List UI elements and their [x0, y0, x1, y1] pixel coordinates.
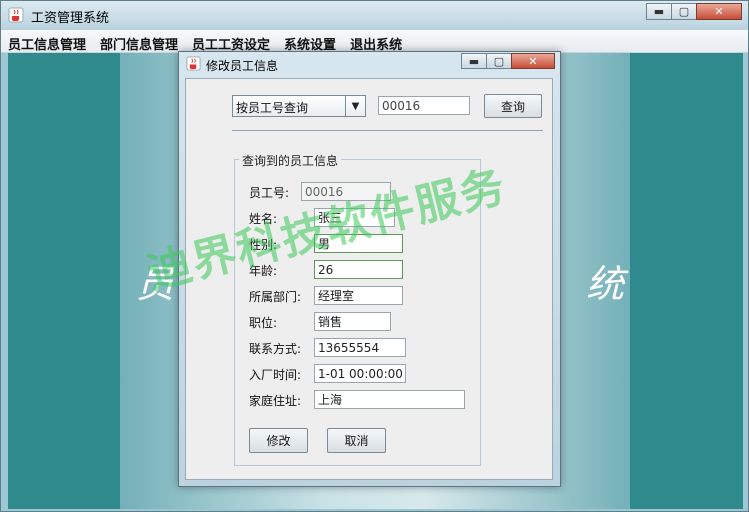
position-field[interactable] [314, 312, 391, 331]
address-label: 家庭住址: [249, 394, 302, 408]
java-cup-icon [186, 56, 201, 71]
main-maximize-button[interactable]: ▢ [671, 3, 697, 20]
maximize-icon: ▢ [678, 5, 690, 18]
menubar: 员工信息管理 部门信息管理 员工工资设定 系统设置 退出系统 [1, 30, 748, 53]
department-label: 所属部门: [249, 290, 302, 304]
main-window-title: 工资管理系统 [31, 11, 110, 26]
main-titlebar[interactable]: 工资管理系统 ▬ ▢ ✕ [1, 1, 748, 30]
dialog-close-button[interactable]: ✕ [511, 53, 555, 69]
modify-button[interactable]: 修改 [249, 428, 308, 453]
close-icon: ✕ [528, 54, 538, 68]
dialog-minimize-button[interactable]: ▬ [461, 53, 487, 69]
separator [232, 130, 543, 131]
menu-department-info[interactable]: 部门信息管理 [93, 30, 185, 53]
query-mode-select[interactable]: 按员工号查询 ▼ [232, 95, 366, 117]
position-label: 职位: [249, 316, 278, 330]
menu-exit-system[interactable]: 退出系统 [343, 30, 409, 53]
menu-employee-info[interactable]: 员工信息管理 [1, 30, 93, 53]
main-close-button[interactable]: ✕ [696, 3, 742, 20]
close-icon: ✕ [714, 5, 724, 18]
address-field[interactable] [314, 390, 465, 409]
age-field[interactable] [314, 260, 403, 279]
contact-label: 联系方式: [249, 342, 302, 356]
join-date-field[interactable] [314, 364, 406, 383]
dialog-titlebar[interactable]: 修改员工信息 ▬ ▢ ✕ [179, 52, 560, 76]
group-title: 查询到的员工信息 [239, 152, 342, 169]
employee-id-label: 员工号: [249, 186, 290, 200]
cancel-button[interactable]: 取消 [327, 428, 386, 453]
chevron-down-icon[interactable]: ▼ [345, 96, 365, 116]
maximize-icon: ▢ [493, 54, 505, 68]
dialog-title: 修改员工信息 [206, 59, 279, 73]
minimize-icon: ▬ [653, 5, 665, 18]
join-date-label: 入厂时间: [249, 368, 302, 382]
main-minimize-button[interactable]: ▬ [646, 3, 672, 20]
java-cup-icon [8, 7, 24, 23]
dialog-maximize-button[interactable]: ▢ [486, 53, 512, 69]
background-right-char: 统 [586, 262, 625, 306]
query-input[interactable] [378, 96, 470, 115]
query-mode-value: 按员工号查询 [236, 101, 309, 115]
department-field[interactable] [314, 286, 403, 305]
query-button[interactable]: 查询 [484, 94, 542, 118]
contact-field[interactable] [314, 338, 406, 357]
minimize-icon: ▬ [468, 54, 480, 68]
menu-system-settings[interactable]: 系统设置 [277, 30, 343, 53]
menu-salary-setting[interactable]: 员工工资设定 [185, 30, 277, 53]
